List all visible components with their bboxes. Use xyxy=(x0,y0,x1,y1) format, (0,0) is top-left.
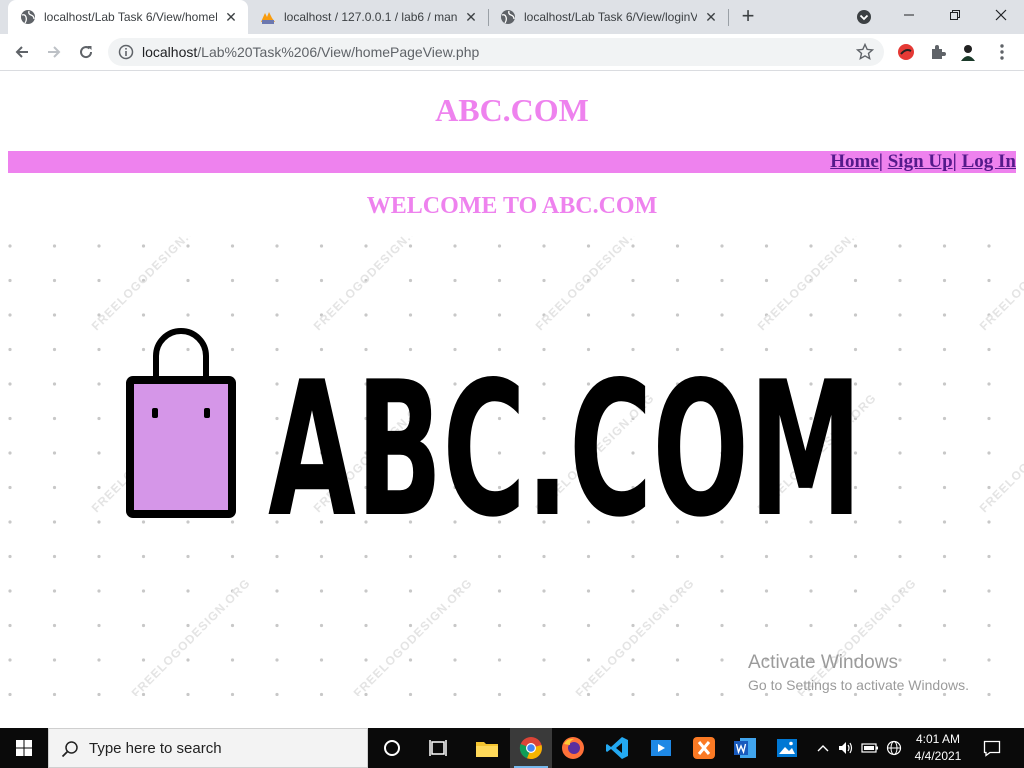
task-view-icon xyxy=(429,740,447,756)
extensions-puzzle-icon[interactable] xyxy=(928,42,948,62)
search-icon xyxy=(61,741,78,758)
tab-home-page[interactable]: localhost/Lab Task 6/View/homeP ✕ xyxy=(8,0,248,34)
phpmyadmin-icon xyxy=(261,12,275,24)
site-title: ABC.COM xyxy=(435,92,589,128)
tab-phpmyadmin[interactable]: localhost / 127.0.0.1 / lab6 / man ✕ xyxy=(248,0,488,34)
restore-icon xyxy=(950,10,960,20)
logo-wordmark: ABC.COM xyxy=(268,372,862,522)
shopping-bag-icon xyxy=(126,328,236,518)
cortana-circle-icon xyxy=(384,740,400,756)
logo-text: ABC.COM xyxy=(268,372,862,522)
reload-icon xyxy=(80,46,93,59)
url-path: /Lab%20Task%206/View/homePageView.php xyxy=(197,44,480,60)
minimize-icon xyxy=(904,14,914,16)
welcome-heading: WELCOME TO ABC.COM xyxy=(366,193,658,219)
close-tab-icon[interactable]: ✕ xyxy=(223,9,239,25)
clock-date: 4/4/2021 xyxy=(914,749,962,763)
windows-taskbar: Type here to search 4:01 AM 4/4/2021 xyxy=(0,728,1024,768)
close-icon xyxy=(995,9,1007,21)
close-tab-icon[interactable]: ✕ xyxy=(463,9,479,25)
clock-time: 4:01 AM xyxy=(915,732,961,746)
address-bar[interactable]: localhost/Lab%20Task%206/View/homePageVi… xyxy=(108,38,884,66)
tab-separator xyxy=(728,9,729,26)
start-button[interactable] xyxy=(0,728,48,768)
chrome-taskbar-button[interactable] xyxy=(510,728,552,768)
vscode-taskbar-button[interactable] xyxy=(596,728,638,768)
minimize-button[interactable] xyxy=(886,0,932,30)
windows-logo-icon xyxy=(16,740,32,756)
battery-button[interactable] xyxy=(860,728,880,768)
close-tab-icon[interactable]: ✕ xyxy=(703,9,719,25)
url-text: localhost/Lab%20Task%206/View/homePageVi… xyxy=(142,44,479,60)
info-icon[interactable] xyxy=(118,44,134,60)
reload-button[interactable] xyxy=(74,40,98,64)
tab-title: localhost / 127.0.0.1 / lab6 / man xyxy=(284,10,457,24)
nav-separator: | xyxy=(878,151,888,172)
menu-kebab-icon[interactable] xyxy=(992,42,1012,62)
media-player-taskbar-button[interactable] xyxy=(640,728,682,768)
nav-separator: | xyxy=(952,151,962,172)
globe-icon xyxy=(501,10,515,24)
firefox-icon xyxy=(562,737,584,759)
film-play-icon xyxy=(651,740,671,756)
tab-login[interactable]: localhost/Lab Task 6/View/loginV ✕ xyxy=(488,0,728,34)
folder-icon xyxy=(476,742,498,757)
logo-banner-image: FREELOGODESIGN.ORG FREELOGODESIGN.ORG FR… xyxy=(0,236,1024,696)
vscode-icon xyxy=(606,737,628,759)
tab-strip: localhost/Lab Task 6/View/homeP ✕ localh… xyxy=(0,0,1024,34)
xampp-taskbar-button[interactable] xyxy=(683,728,725,768)
tab-title: localhost/Lab Task 6/View/homeP xyxy=(44,10,217,24)
extension-red-icon[interactable] xyxy=(896,42,916,62)
action-center-button[interactable] xyxy=(980,728,1004,768)
forward-button[interactable] xyxy=(42,40,66,64)
url-host: localhost xyxy=(142,44,198,60)
bookmark-star-icon[interactable] xyxy=(856,43,874,61)
browser-toolbar: localhost/Lab%20Task%206/View/homePageVi… xyxy=(0,34,1024,71)
nav-signup-link[interactable]: Sign Up xyxy=(888,151,953,172)
nav-home-link[interactable]: Home xyxy=(830,151,879,172)
firefox-taskbar-button[interactable] xyxy=(552,728,594,768)
new-tab-button[interactable]: + xyxy=(737,5,759,28)
volume-button[interactable] xyxy=(836,728,856,768)
xampp-icon xyxy=(693,737,715,759)
photos-taskbar-button[interactable] xyxy=(766,728,808,768)
chevron-up-icon xyxy=(817,745,829,752)
activate-windows-title: Activate Windows xyxy=(748,652,898,673)
globe-icon xyxy=(21,10,35,24)
taskbar-search-box[interactable]: Type here to search xyxy=(48,728,368,768)
cortana-button[interactable] xyxy=(371,728,413,768)
network-button[interactable] xyxy=(884,728,904,768)
show-hidden-icons-button[interactable] xyxy=(812,728,834,768)
nav-login-link[interactable]: Log In xyxy=(962,151,1016,172)
tab-search-icon[interactable] xyxy=(856,9,872,25)
activate-windows-notice: Activate Windows Go to Settings to activ… xyxy=(748,652,969,695)
navigation-bar: Home| Sign Up| Log In xyxy=(8,151,1016,173)
close-window-button[interactable] xyxy=(978,0,1024,30)
notification-icon xyxy=(983,740,1001,757)
nav-links: Home| Sign Up| Log In xyxy=(830,151,1016,173)
globe-network-icon xyxy=(886,740,902,756)
task-view-button[interactable] xyxy=(418,728,460,768)
taskbar-clock[interactable]: 4:01 AM 4/4/2021 xyxy=(904,731,972,765)
profile-avatar-icon[interactable] xyxy=(958,42,978,62)
speaker-icon xyxy=(839,742,853,754)
file-explorer-button[interactable] xyxy=(466,728,508,768)
search-placeholder: Type here to search xyxy=(89,740,222,757)
chrome-icon xyxy=(519,737,542,760)
tab-title: localhost/Lab Task 6/View/loginV xyxy=(524,10,697,24)
word-taskbar-button[interactable] xyxy=(724,728,766,768)
battery-icon xyxy=(861,743,878,753)
activate-windows-subtitle: Go to Settings to activate Windows. xyxy=(748,677,969,693)
back-arrow-icon xyxy=(15,46,28,58)
back-button[interactable] xyxy=(10,40,34,64)
word-icon xyxy=(734,738,756,758)
photos-icon xyxy=(777,739,797,757)
forward-arrow-icon xyxy=(48,46,61,58)
restore-button[interactable] xyxy=(932,0,978,30)
